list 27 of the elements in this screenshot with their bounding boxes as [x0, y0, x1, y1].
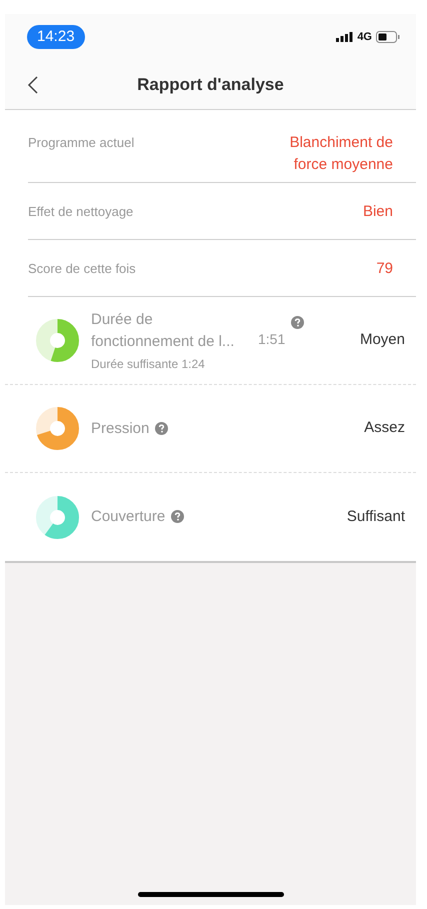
donut-chart [36, 496, 79, 538]
row-label: Programme actuel [28, 134, 134, 152]
row-label: Effet de nettoyage [28, 203, 134, 221]
metric-rating: Suffisant [346, 506, 405, 527]
help-icon[interactable] [291, 316, 304, 328]
metric-label: Couverture [91, 507, 166, 527]
row-label: Score de cette fois [28, 260, 136, 278]
metric-label: Pression [91, 418, 150, 438]
network-label: 4G [357, 30, 372, 45]
metric-label: Durée de fonctionnement de l... [91, 310, 236, 352]
row-value: Blanchiment de force moyenne [288, 133, 393, 175]
battery-icon [376, 31, 400, 43]
metric-reading: 1:51 [258, 330, 286, 348]
metric-rating: Moyen [360, 330, 405, 350]
page-title: Rapport d'analyse [137, 74, 284, 96]
row-value: Bien [362, 202, 393, 222]
donut-chart [36, 319, 79, 362]
time-pill: 14:23 [27, 24, 85, 50]
row-value: 79 [375, 259, 393, 279]
help-icon[interactable] [171, 510, 184, 523]
back-button[interactable] [27, 76, 39, 94]
help-icon[interactable] [155, 422, 168, 434]
metric-rating: Assez [364, 418, 405, 438]
metric-subtitle: Durée suffisante 1:24 [91, 356, 206, 372]
donut-chart [36, 407, 79, 450]
back-icon [27, 76, 39, 94]
signal-icon [336, 32, 354, 42]
